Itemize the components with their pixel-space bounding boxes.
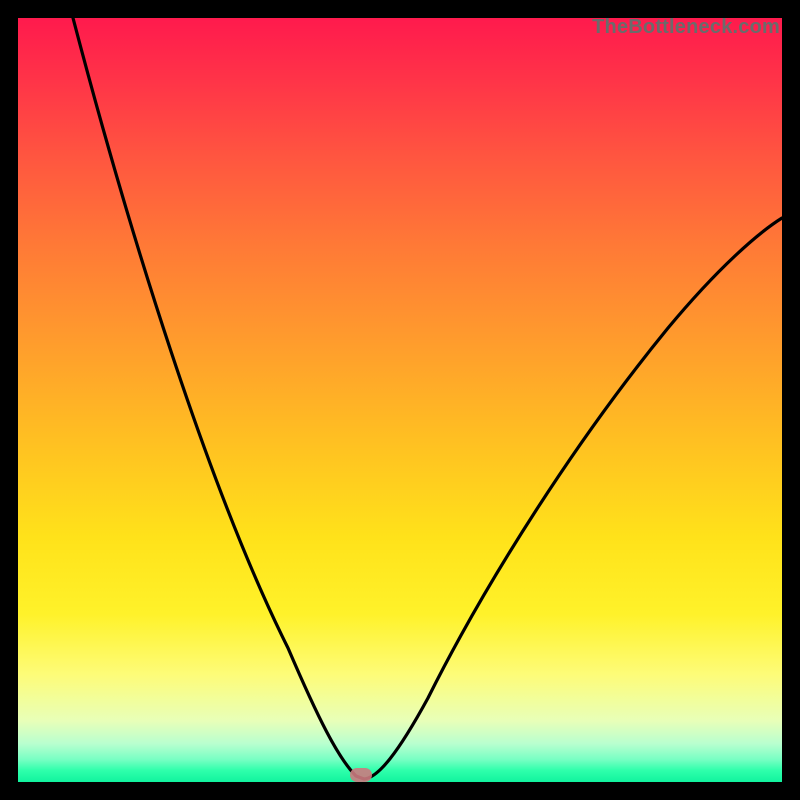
curve-path [73,18,782,779]
bottleneck-curve [18,18,782,782]
optimal-point-marker [350,768,372,782]
plot-area: TheBottleneck.com [18,18,782,782]
chart-frame: TheBottleneck.com [0,0,800,800]
